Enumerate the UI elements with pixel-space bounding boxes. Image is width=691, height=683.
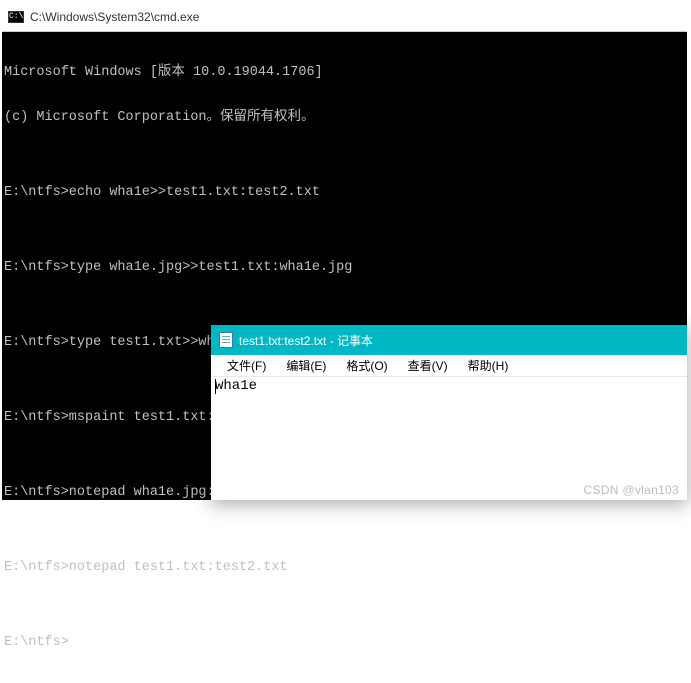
cmd-line: E:\ntfs>echo wha1e>>test1.txt:test2.txt — [4, 185, 685, 200]
cmd-line: (c) Microsoft Corporation。保留所有权利。 — [4, 110, 685, 125]
watermark-text: CSDN @vlan103 — [584, 483, 679, 497]
cmd-line: E:\ntfs> — [4, 635, 685, 650]
menu-view[interactable]: 查看(V) — [398, 355, 458, 376]
notepad-menubar: 文件(F) 编辑(E) 格式(O) 查看(V) 帮助(H) — [211, 355, 687, 377]
cmd-icon: C:\ — [8, 11, 24, 23]
menu-format[interactable]: 格式(O) — [336, 355, 397, 376]
cmd-line: Microsoft Windows [版本 10.0.19044.1706] — [4, 65, 685, 80]
notepad-title-text: test1.txt:test2.txt - 记事本 — [239, 332, 373, 349]
notepad-content-text: wha1e — [215, 378, 257, 394]
notepad-titlebar[interactable]: test1.txt:test2.txt - 记事本 — [211, 325, 687, 355]
cmd-line: E:\ntfs>type wha1e.jpg>>test1.txt:wha1e.… — [4, 260, 685, 275]
menu-file[interactable]: 文件(F) — [217, 355, 276, 376]
notepad-window: test1.txt:test2.txt - 记事本 文件(F) 编辑(E) 格式… — [211, 325, 687, 500]
cmd-line: E:\ntfs>notepad test1.txt:test2.txt — [4, 560, 685, 575]
menu-edit[interactable]: 编辑(E) — [276, 355, 336, 376]
cmd-titlebar[interactable]: C:\ C:\Windows\System32\cmd.exe — [2, 2, 687, 32]
menu-help[interactable]: 帮助(H) — [458, 355, 519, 376]
cmd-title-text: C:\Windows\System32\cmd.exe — [30, 10, 199, 24]
notepad-text-area[interactable]: wha1e — [211, 377, 687, 395]
notepad-icon — [219, 332, 233, 348]
